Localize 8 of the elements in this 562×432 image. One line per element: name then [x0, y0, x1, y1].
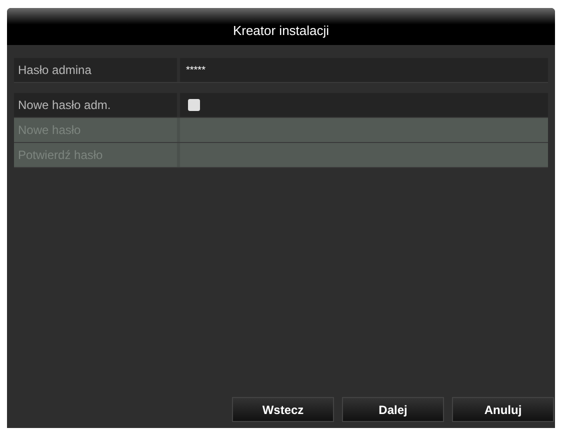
- password-field[interactable]: *****: [180, 58, 548, 82]
- field-label: Hasło admina: [14, 58, 177, 82]
- checkbox[interactable]: [188, 99, 200, 111]
- window-title: Kreator instalacji: [232, 22, 330, 40]
- dialog-button[interactable]: Dalej: [342, 397, 444, 422]
- field-label: Nowe hasło adm.: [14, 93, 177, 117]
- dialog-button[interactable]: Anuluj: [452, 397, 554, 422]
- dialog-button[interactable]: Wstecz: [232, 397, 334, 422]
